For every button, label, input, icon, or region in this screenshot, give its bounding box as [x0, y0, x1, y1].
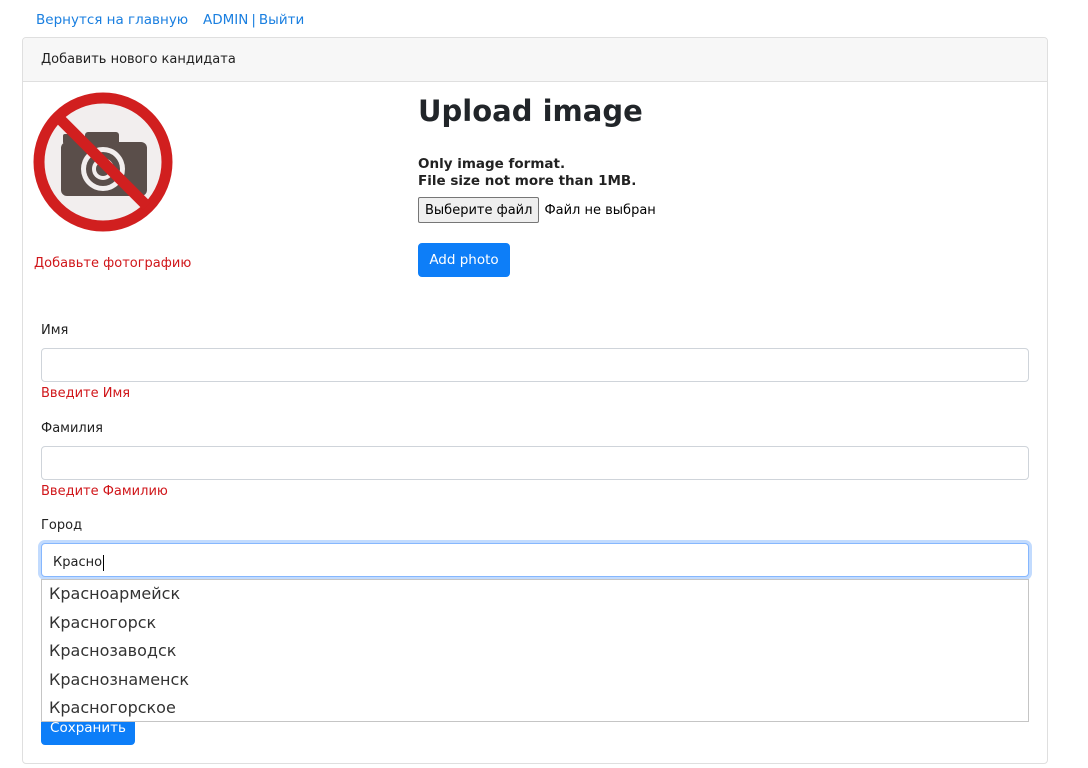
card-header: Добавить нового кандидата	[23, 38, 1047, 82]
autocomplete-item[interactable]: Красногорск	[42, 609, 1028, 638]
first-name-error: Введите Имя	[41, 386, 131, 401]
first-name-label: Имя	[41, 323, 69, 338]
autocomplete-item[interactable]: Краснознаменск	[42, 666, 1028, 695]
autocomplete-item[interactable]: Красноармейск	[42, 580, 1028, 609]
add-candidate-card: Добавить нового кандидата Добавьте фотог…	[22, 37, 1048, 764]
last-name-label: Фамилия	[41, 421, 103, 436]
last-name-input[interactable]	[41, 446, 1029, 480]
autocomplete-item[interactable]: Красногорское	[42, 694, 1028, 723]
file-input-row: Выберите файл Файл не выбран	[418, 197, 656, 223]
user-nav: ADMIN | Выйти	[203, 11, 304, 29]
city-label: Город	[41, 518, 83, 533]
upload-info: Only image format. File size not more th…	[418, 156, 636, 190]
first-name-input[interactable]	[41, 348, 1029, 382]
autocomplete-item[interactable]: Краснозаводск	[42, 637, 1028, 666]
format-note: Only image format.	[418, 156, 566, 172]
logout-link[interactable]: Выйти	[259, 12, 304, 28]
city-input[interactable]	[41, 543, 1029, 577]
admin-link[interactable]: ADMIN	[203, 12, 248, 28]
home-link[interactable]: Вернутся на главную	[36, 11, 188, 29]
nav-separator: |	[251, 12, 256, 28]
city-autocomplete-list: Красноармейск Красногорск Краснозаводск …	[41, 579, 1029, 722]
last-name-error: Введите Фамилию	[41, 484, 168, 499]
add-photo-button[interactable]: Add photo	[418, 243, 510, 277]
file-status: Файл не выбран	[544, 202, 656, 218]
upload-title: Upload image	[418, 94, 643, 128]
size-note: File size not more than 1MB.	[418, 173, 637, 189]
no-camera-icon	[33, 92, 173, 232]
photo-hint: Добавьте фотографию	[34, 256, 192, 271]
choose-file-button[interactable]: Выберите файл	[418, 197, 540, 223]
